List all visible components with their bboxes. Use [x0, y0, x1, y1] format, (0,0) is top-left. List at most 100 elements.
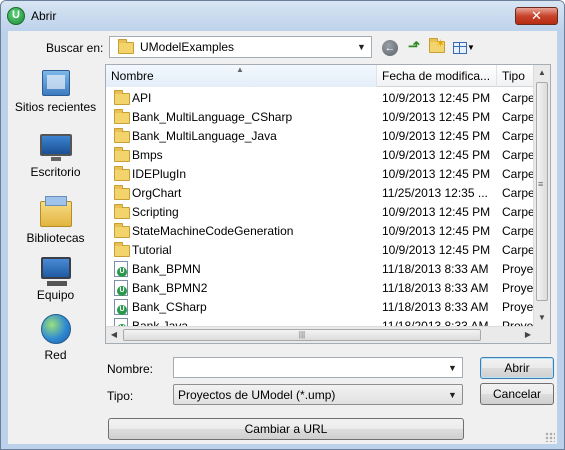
- filename-input[interactable]: ▼: [173, 357, 463, 378]
- file-name: Bank_MultiLanguage_CSharp: [132, 110, 293, 124]
- column-header-date[interactable]: Fecha de modifica...: [377, 65, 497, 87]
- file-row[interactable]: IDEPlugIn10/9/2013 12:45 PMCarpeta: [106, 164, 540, 183]
- file-name: Bank_CSharp: [132, 300, 207, 314]
- file-name: Bank_BPMN2: [132, 281, 208, 295]
- vertical-scrollbar[interactable]: ▲ ▼: [533, 65, 550, 326]
- file-row[interactable]: Bank_MultiLanguage_Java 10/9/2013 12:45 P…: [106, 126, 540, 145]
- place-label: Sitios recientes: [14, 100, 97, 114]
- place-libraries[interactable]: Bibliotecas: [8, 195, 103, 245]
- open-dialog: Abrir ✕ Buscar en: UModelExamples ▼ ← ⬏ …: [0, 0, 565, 450]
- file-row[interactable]: API10/9/2013 12:45 PMCarpeta: [106, 88, 540, 107]
- title-bar[interactable]: Abrir ✕: [1, 1, 564, 31]
- places-bar: Sitios recientes Escritorio Bibliotecas …: [8, 64, 103, 364]
- umodel-project-icon: [114, 280, 128, 296]
- back-arrow-icon: ←: [382, 40, 398, 56]
- file-date: 10/9/2013 12:45 PM: [382, 91, 491, 105]
- file-name: Bmps: [132, 148, 163, 162]
- file-name: Bank_MultiLanguage_Java: [132, 129, 277, 143]
- chevron-down-icon[interactable]: ▼: [446, 389, 459, 401]
- scroll-down-icon[interactable]: ▼: [534, 310, 550, 326]
- back-button[interactable]: ←: [380, 38, 400, 56]
- scroll-left-icon[interactable]: ◀: [106, 327, 122, 343]
- up-arrow-icon: ⬏: [407, 38, 421, 55]
- scroll-corner: [533, 326, 550, 343]
- folder-icon: [114, 109, 130, 124]
- folder-icon: [114, 223, 130, 238]
- file-name: Tutorial: [132, 243, 172, 257]
- caret-down-icon: ▼: [467, 42, 475, 52]
- file-date: 10/9/2013 12:45 PM: [382, 243, 491, 257]
- filetype-select[interactable]: Proyectos de UModel (*.ump) ▼: [173, 384, 463, 405]
- file-row[interactable]: Bmps10/9/2013 12:45 PMCarpeta: [106, 145, 540, 164]
- folder-icon: [114, 204, 130, 219]
- horizontal-scrollbar[interactable]: ◀ ||| ▶: [106, 326, 536, 343]
- sparkle-icon: ✶: [436, 38, 446, 50]
- new-folder-button[interactable]: ✶: [427, 38, 447, 56]
- file-date: 10/9/2013 12:45 PM: [382, 205, 491, 219]
- place-network[interactable]: Red: [8, 314, 103, 362]
- file-name: Scripting: [132, 205, 179, 219]
- file-name: StateMachineCodeGeneration: [132, 224, 294, 238]
- vertical-scroll-thumb[interactable]: [536, 82, 548, 301]
- file-name: Bank_BPMN: [132, 262, 201, 276]
- place-recent[interactable]: Sitios recientes: [8, 70, 103, 114]
- horizontal-scroll-thumb[interactable]: |||: [123, 329, 481, 341]
- file-rows: API10/9/2013 12:45 PMCarpetaBank_MultiLa…: [106, 88, 540, 335]
- view-icon: [453, 41, 468, 54]
- file-name: API: [132, 91, 152, 105]
- change-to-url-button[interactable]: Cambiar a URL: [108, 418, 464, 440]
- file-list[interactable]: ▲ Nombre Fecha de modifica... Tipo API 10…: [105, 64, 551, 344]
- file-row[interactable]: Bank_BPMN211/18/2013 8:33 AMProyecto: [106, 278, 540, 297]
- chevron-down-icon[interactable]: ▼: [446, 362, 459, 374]
- folder-icon: [114, 185, 130, 200]
- computer-icon: [40, 257, 71, 286]
- sort-ascending-icon: ▲: [236, 65, 244, 74]
- file-date: 11/25/2013 12:35 ...: [382, 186, 488, 200]
- file-row[interactable]: StateMachineCodeGeneration 10/9/2013 12:4…: [106, 221, 540, 240]
- file-row[interactable]: Bank_MultiLanguage_CSharp 10/9/2013 12:45…: [106, 107, 540, 126]
- filetype-label: Tipo:: [107, 389, 134, 403]
- folder-icon: [114, 166, 130, 181]
- file-date: 11/18/2013 8:33 AM: [382, 262, 489, 276]
- lookin-value: UModelExamples: [140, 40, 235, 54]
- umodel-app-icon: [7, 7, 25, 25]
- file-row[interactable]: Tutorial10/9/2013 12:45 PMCarpeta: [106, 240, 540, 259]
- place-computer[interactable]: Equipo: [8, 257, 103, 302]
- chevron-down-icon[interactable]: ▼: [355, 41, 368, 53]
- lookin-dropdown[interactable]: UModelExamples ▼: [109, 36, 372, 58]
- folder-icon: [114, 147, 130, 162]
- file-list-header: ▲ Nombre Fecha de modifica... Tipo: [106, 65, 547, 87]
- column-name-label: Nombre: [111, 69, 154, 83]
- file-row[interactable]: Bank_CSharp11/18/2013 8:33 AMProyecto: [106, 297, 540, 316]
- lookin-label: Buscar en:: [46, 41, 104, 55]
- umodel-project-icon: [114, 261, 128, 277]
- scroll-up-icon[interactable]: ▲: [534, 65, 550, 81]
- file-date: 10/9/2013 12:45 PM: [382, 129, 491, 143]
- column-header-name[interactable]: ▲ Nombre: [106, 65, 377, 87]
- place-label: Red: [44, 348, 67, 362]
- file-date: 10/9/2013 12:45 PM: [382, 148, 491, 162]
- folder-icon: [118, 39, 134, 54]
- view-menu-button[interactable]: ▼: [451, 38, 477, 56]
- dialog-body: Buscar en: UModelExamples ▼ ← ⬏ ✶ ▼ Siti…: [8, 31, 557, 444]
- file-date: 10/9/2013 12:45 PM: [382, 167, 491, 181]
- up-folder-button[interactable]: ⬏: [404, 38, 424, 56]
- open-button[interactable]: Abrir: [480, 357, 554, 379]
- umodel-project-icon: [114, 299, 128, 315]
- cancel-button[interactable]: Cancelar: [480, 383, 554, 405]
- place-label: Equipo: [36, 288, 75, 302]
- file-date: 11/18/2013 8:33 AM: [382, 281, 489, 295]
- place-label: Bibliotecas: [26, 231, 85, 245]
- file-row[interactable]: Bank_BPMN11/18/2013 8:33 AMProyecto: [106, 259, 540, 278]
- close-button[interactable]: ✕: [515, 7, 558, 25]
- folder-icon: [114, 242, 130, 257]
- folder-icon: [114, 90, 130, 105]
- filetype-value: Proyectos de UModel (*.ump): [178, 388, 336, 402]
- file-row[interactable]: Scripting10/9/2013 12:45 PMCarpeta: [106, 202, 540, 221]
- resize-grip-icon[interactable]: [545, 432, 555, 442]
- place-desktop[interactable]: Escritorio: [8, 134, 103, 179]
- file-date: 11/18/2013 8:33 AM: [382, 300, 489, 314]
- file-row[interactable]: OrgChart11/25/2013 12:35 ...Carpeta: [106, 183, 540, 202]
- recent-places-icon: [41, 70, 70, 96]
- file-name: OrgChart: [132, 186, 182, 200]
